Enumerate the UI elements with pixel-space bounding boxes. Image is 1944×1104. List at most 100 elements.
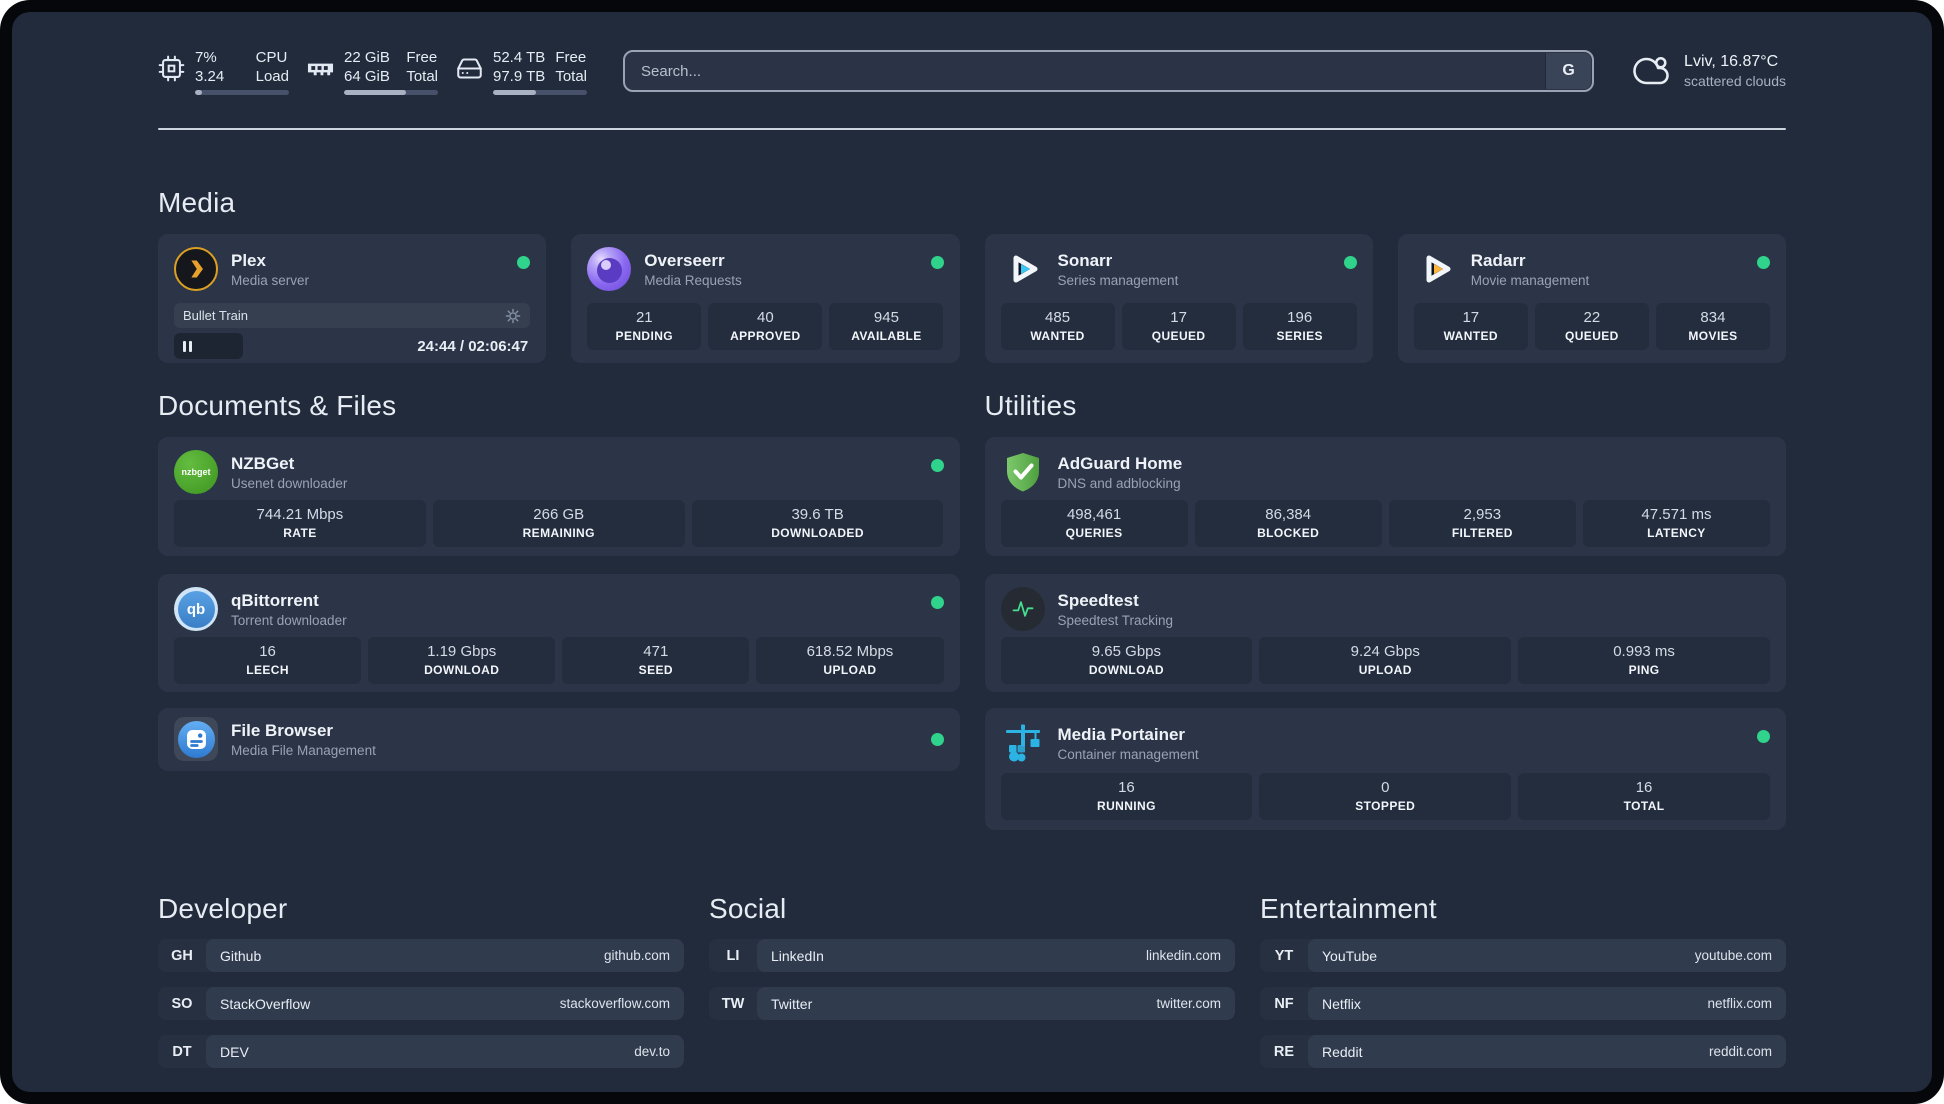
app-name: File Browser: [231, 720, 334, 740]
hard-drive-icon: [457, 57, 482, 79]
link-url: twitter.com: [1156, 996, 1221, 1011]
link-youtube[interactable]: YT YouTube youtube.com: [1260, 939, 1786, 972]
app-card-file-browser[interactable]: File Browser Media File Management: [158, 708, 960, 771]
app-card-adguard-home[interactable]: AdGuard Home DNS and adblocking 498,461 Q…: [984, 437, 1786, 556]
app-subtitle: Usenet downloader: [231, 475, 348, 491]
stat-box: 485 WANTED: [1000, 303, 1115, 350]
section-social: Social LI LinkedIn linkedin.com TW Twitte…: [709, 892, 1235, 1068]
link-dev-to[interactable]: DT DEV dev.to: [158, 1035, 684, 1068]
link-abbr: DT: [172, 1043, 192, 1060]
status-online-dot: [1343, 256, 1357, 269]
dashboard-page: 7% 3.24 CPU Load 22 GiB 64 GiB Free Tota…: [12, 12, 1932, 1092]
stat-box: 17 QUEUED: [1121, 303, 1236, 350]
stat-box: 744.21 Mbps RATE: [174, 500, 426, 547]
app-name: Media Portainer: [1057, 724, 1186, 744]
ram-icon: [307, 63, 334, 75]
link-url: reddit.com: [1708, 1044, 1772, 1059]
disk-total-value: 97.9 TB: [493, 67, 546, 85]
app-name: NZBGet: [231, 453, 295, 473]
search-bar: G: [623, 50, 1595, 92]
app-card-sonarr[interactable]: Sonarr Series management 485 WANTED 17 QUE…: [984, 234, 1373, 363]
disk-total-label: Total: [555, 67, 587, 85]
link-abbr: YT: [1274, 947, 1294, 964]
status-online-dot: [517, 256, 531, 269]
header-divider: [158, 128, 1786, 130]
app-subtitle: Series management: [1057, 272, 1179, 288]
search-input[interactable]: [625, 52, 1593, 90]
stat-box: 21 PENDING: [587, 303, 702, 350]
nzbget-icon: nzbget: [174, 450, 218, 494]
ram-total-label: Total: [406, 67, 438, 85]
link-name: DEV: [220, 1043, 249, 1060]
cpu-icon: [158, 55, 185, 81]
section-documents: Documents & Files nzbget NZBGet Usenet d…: [158, 389, 960, 830]
link-stackoverflow[interactable]: SO StackOverflow stackoverflow.com: [158, 987, 684, 1020]
weather-condition: scattered clouds: [1684, 73, 1786, 89]
stat-box: 9.24 Gbps UPLOAD: [1259, 637, 1512, 684]
search-engine-button[interactable]: G: [1545, 53, 1592, 89]
adguard-shield-icon: [1001, 450, 1045, 494]
cpu-load-label: Load: [255, 67, 289, 85]
link-name: Twitter: [771, 995, 813, 1012]
app-card-portainer[interactable]: Media Portainer Container management 16 R…: [984, 708, 1786, 830]
cpu-stat: 7% 3.24 CPU Load: [158, 48, 289, 95]
link-name: Github: [220, 947, 262, 964]
ram-progress-bar: [344, 89, 438, 95]
link-netflix[interactable]: NF Netflix netflix.com: [1260, 987, 1786, 1020]
cpu-usage-label: CPU: [255, 48, 288, 66]
link-name: Reddit: [1322, 1043, 1363, 1060]
pause-icon: [183, 340, 192, 352]
stat-box: 9.65 Gbps DOWNLOAD: [1000, 637, 1253, 684]
stat-box: 39.6 TB DOWNLOADED: [691, 500, 944, 547]
app-subtitle: Media server: [231, 272, 310, 288]
stat-box: 16 TOTAL: [1518, 773, 1770, 820]
qbittorrent-icon: qb: [174, 587, 218, 631]
link-linkedin[interactable]: LI LinkedIn linkedin.com: [709, 939, 1235, 972]
link-reddit[interactable]: RE Reddit reddit.com: [1260, 1035, 1786, 1068]
link-name: Netflix: [1322, 995, 1361, 1012]
section-entertainment: Entertainment YT YouTube youtube.com NF N…: [1260, 892, 1786, 1068]
stat-box: 0 STOPPED: [1259, 773, 1512, 820]
app-subtitle: Movie management: [1470, 272, 1590, 288]
file-browser-icon: [174, 717, 218, 761]
stat-box: 2,953 FILTERED: [1388, 500, 1576, 547]
status-online-dot: [930, 596, 944, 609]
app-name: AdGuard Home: [1057, 453, 1183, 473]
app-card-plex[interactable]: Plex Media server Bullet Train 24:44 / 0…: [158, 234, 547, 363]
system-stats: 7% 3.24 CPU Load 22 GiB 64 GiB Free Tota…: [158, 48, 587, 95]
stat-box: 945 AVAILABLE: [829, 303, 944, 350]
section-title-media: Media: [158, 187, 236, 218]
app-card-qbittorrent[interactable]: qb qBittorrent Torrent downloader 16 LEEC…: [158, 574, 960, 692]
link-name: StackOverflow: [220, 995, 311, 1012]
cpu-usage-value: 7%: [195, 48, 217, 66]
app-card-overseerr[interactable]: Overseerr Media Requests 21 PENDING 40 APP…: [571, 234, 960, 363]
portainer-crane-icon: [1001, 721, 1045, 765]
link-twitter[interactable]: TW Twitter twitter.com: [709, 987, 1235, 1020]
stat-box: 22 QUEUED: [1534, 303, 1649, 350]
stat-box: 1.19 Gbps DOWNLOAD: [368, 637, 556, 684]
now-playing-time: 24:44 / 02:06:47: [417, 337, 529, 355]
radarr-icon: [1414, 247, 1458, 291]
scattered-clouds-icon: [1633, 56, 1669, 85]
link-abbr: NF: [1274, 995, 1294, 1012]
app-card-nzbget[interactable]: nzbget NZBGet Usenet downloader 744.21 M…: [158, 437, 960, 556]
disk-free-value: 52.4 TB: [493, 48, 546, 66]
app-card-speedtest[interactable]: Speedtest Speedtest Tracking 9.65 Gbps DO…: [984, 574, 1786, 692]
link-github[interactable]: GH Github github.com: [158, 939, 684, 972]
section-title-utilities: Utilities: [984, 390, 1077, 421]
app-subtitle: Container management: [1057, 746, 1199, 762]
weather-location-temp: Lviv, 16.87°C: [1684, 53, 1779, 70]
app-name: Speedtest: [1057, 590, 1139, 610]
link-abbr: LI: [726, 947, 740, 964]
ram-free-label: Free: [406, 48, 438, 66]
stat-box: 17 WANTED: [1413, 303, 1528, 350]
stat-box: 266 GB REMAINING: [432, 500, 685, 547]
app-card-radarr[interactable]: Radarr Movie management 17 WANTED 22 QUEUE…: [1397, 234, 1786, 363]
now-playing-progress: 24:44 / 02:06:47: [174, 333, 530, 359]
gear-icon[interactable]: [505, 308, 521, 324]
stat-box: 834 MOVIES: [1655, 303, 1770, 350]
link-abbr: RE: [1273, 1043, 1295, 1060]
app-name: Plex: [231, 250, 266, 270]
status-online-dot: [930, 733, 944, 746]
stat-box: 498,461 QUERIES: [1000, 500, 1188, 547]
